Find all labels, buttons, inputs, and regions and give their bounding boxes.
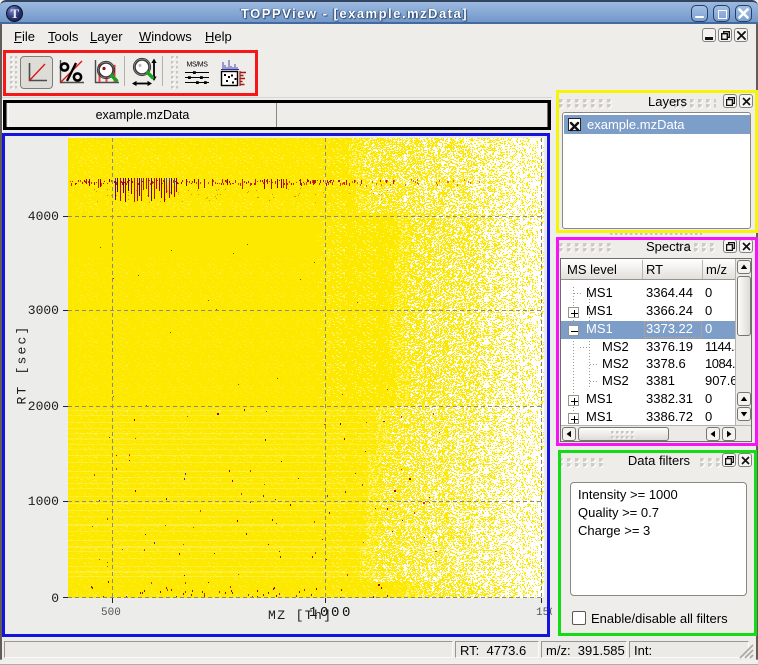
svg-text:MS/MS: MS/MS	[187, 62, 209, 69]
